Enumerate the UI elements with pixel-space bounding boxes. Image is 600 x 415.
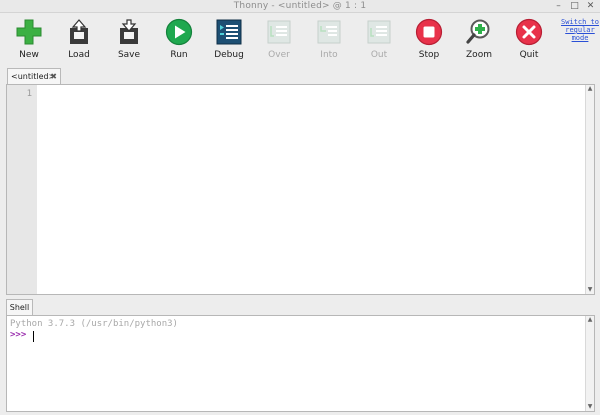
new-label: New	[19, 50, 39, 60]
maximize-button[interactable]: □	[569, 1, 580, 12]
title-bar: Thonny - <untitled> @ 1 : 1 – □ ✕	[0, 0, 600, 13]
play-icon	[165, 18, 193, 46]
tab-untitled[interactable]: <untitled> ✖	[7, 68, 61, 84]
debug-button[interactable]: Debug	[209, 16, 249, 62]
load-button[interactable]: Load	[59, 16, 99, 62]
scroll-down-icon[interactable]: ▼	[586, 286, 594, 294]
into-label: Into	[320, 50, 338, 60]
plus-icon	[16, 19, 42, 45]
stop-label: Stop	[418, 50, 440, 60]
code-area[interactable]	[37, 85, 585, 294]
shell-scrollbar[interactable]: ▲ ▼	[585, 316, 594, 411]
line-number: 1	[26, 89, 32, 99]
text-cursor	[33, 331, 34, 342]
scroll-up-icon[interactable]: ▲	[586, 316, 594, 324]
switch-to-regular-mode-link[interactable]: Switch to regular mode	[561, 18, 599, 42]
shell-prompt: >>>	[10, 330, 27, 340]
out-label: Out	[370, 50, 388, 60]
step-into-button[interactable]: Into	[309, 16, 349, 62]
debug-label: Debug	[214, 50, 244, 60]
debug-icon	[216, 19, 242, 45]
line-number-gutter: 1	[7, 85, 37, 294]
new-button[interactable]: New	[9, 16, 49, 62]
save-label: Save	[117, 50, 141, 60]
save-button[interactable]: Save	[109, 16, 149, 62]
stop-button[interactable]: Stop	[409, 16, 449, 62]
scroll-down-icon[interactable]: ▼	[586, 403, 594, 411]
window-title: Thonny - <untitled> @ 1 : 1	[233, 1, 367, 11]
tab-label: <untitled>	[11, 72, 56, 81]
step-over-icon	[267, 20, 291, 44]
tab-shell[interactable]: Shell	[6, 299, 33, 315]
close-window-button[interactable]: ✕	[585, 1, 596, 12]
editor-scrollbar[interactable]: ▲ ▼	[585, 85, 594, 294]
stop-icon	[415, 18, 443, 46]
quit-label: Quit	[519, 50, 539, 60]
over-label: Over	[268, 50, 290, 60]
run-button[interactable]: Run	[159, 16, 199, 62]
load-label: Load	[68, 50, 90, 60]
toolbar: New Load Save Run Debug Over Into Out St…	[0, 14, 600, 64]
step-into-icon	[317, 20, 341, 44]
step-out-button[interactable]: Out	[359, 16, 399, 62]
step-out-icon	[367, 20, 391, 44]
zoom-label: Zoom	[466, 50, 492, 60]
code-editor[interactable]: 1 ▲ ▼	[6, 84, 595, 295]
close-tab-icon[interactable]: ✖	[50, 69, 57, 84]
run-label: Run	[170, 50, 188, 60]
shell-output-line: Python 3.7.3 (/usr/bin/python3)	[10, 319, 178, 329]
save-file-icon	[120, 19, 138, 44]
zoom-button[interactable]: Zoom	[459, 16, 499, 62]
shell-panel[interactable]: Python 3.7.3 (/usr/bin/python3) >>> ▲ ▼	[6, 315, 595, 412]
quit-icon	[515, 18, 543, 46]
quit-button[interactable]: Quit	[509, 16, 549, 62]
scroll-up-icon[interactable]: ▲	[586, 85, 594, 93]
thonny-window: Thonny - <untitled> @ 1 : 1 – □ ✕ New Lo…	[0, 0, 600, 415]
zoom-in-icon	[466, 19, 490, 44]
step-over-button[interactable]: Over	[259, 16, 299, 62]
load-file-icon	[70, 19, 88, 44]
minimize-button[interactable]: –	[553, 1, 564, 12]
